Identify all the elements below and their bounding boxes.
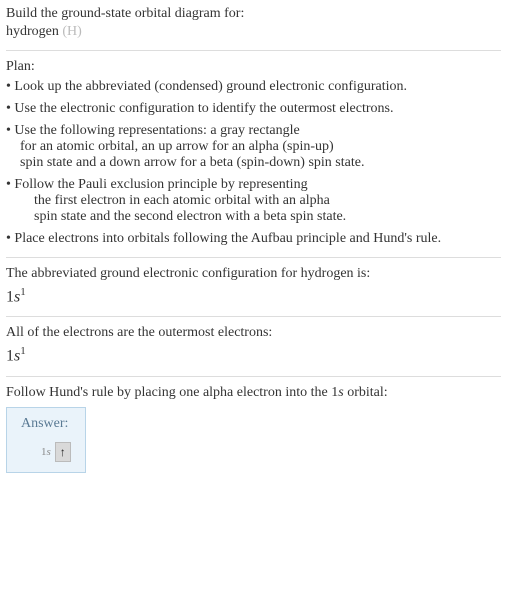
answer-label: Answer:: [21, 416, 71, 432]
plan-list: • Look up the abbreviated (condensed) gr…: [6, 79, 501, 247]
section-text: Follow Hund's rule by placing one alpha …: [6, 385, 501, 401]
orbital-label: 1s: [41, 446, 51, 458]
config-e: 1: [20, 345, 26, 357]
config-n: 1: [6, 288, 14, 305]
title-prompt: Build the ground-state orbital diagram f…: [6, 6, 501, 22]
text-part: Follow Hund's rule by placing one alpha …: [6, 385, 338, 400]
plan-item: • Follow the Pauli exclusion principle b…: [6, 177, 501, 225]
electron-config: 1s1: [6, 286, 501, 306]
orbital-cell: ↑: [55, 442, 71, 462]
element-symbol: (H): [62, 24, 81, 39]
element-name: hydrogen: [6, 24, 59, 39]
plan-line: spin state and a down arrow for a beta (…: [20, 155, 501, 171]
separator: [6, 257, 501, 258]
section-text: All of the electrons are the outermost e…: [6, 325, 501, 341]
plan-line: the first electron in each atomic orbita…: [34, 193, 501, 209]
answer-box: Answer: 1s ↑: [6, 407, 86, 473]
plan-item: • Use the following representations: a g…: [6, 123, 501, 171]
separator: [6, 50, 501, 51]
plan-line: • Look up the abbreviated (condensed) gr…: [6, 79, 501, 95]
plan-line: • Place electrons into orbitals followin…: [6, 231, 501, 247]
plan-item: • Look up the abbreviated (condensed) gr…: [6, 79, 501, 95]
text-part: orbital:: [344, 385, 388, 400]
config-e: 1: [20, 286, 26, 298]
orbital-row: 1s ↑: [41, 442, 71, 462]
plan-item: • Place electrons into orbitals followin…: [6, 231, 501, 247]
orbital-l: s: [47, 446, 51, 458]
electron-config: 1s1: [6, 345, 501, 365]
separator: [6, 376, 501, 377]
separator: [6, 316, 501, 317]
plan-item: • Use the electronic configuration to id…: [6, 101, 501, 117]
title-element: hydrogen (H): [6, 24, 501, 40]
plan-line: • Use the following representations: a g…: [6, 123, 501, 139]
config-n: 1: [6, 348, 14, 365]
plan-label: Plan:: [6, 59, 501, 75]
plan-line: for an atomic orbital, an up arrow for a…: [20, 139, 501, 155]
plan-line: spin state and the second electron with …: [34, 209, 501, 225]
up-arrow-icon: ↑: [60, 446, 66, 458]
section-text: The abbreviated ground electronic config…: [6, 266, 501, 282]
plan-line: • Use the electronic configuration to id…: [6, 101, 501, 117]
plan-line: • Follow the Pauli exclusion principle b…: [6, 177, 501, 193]
